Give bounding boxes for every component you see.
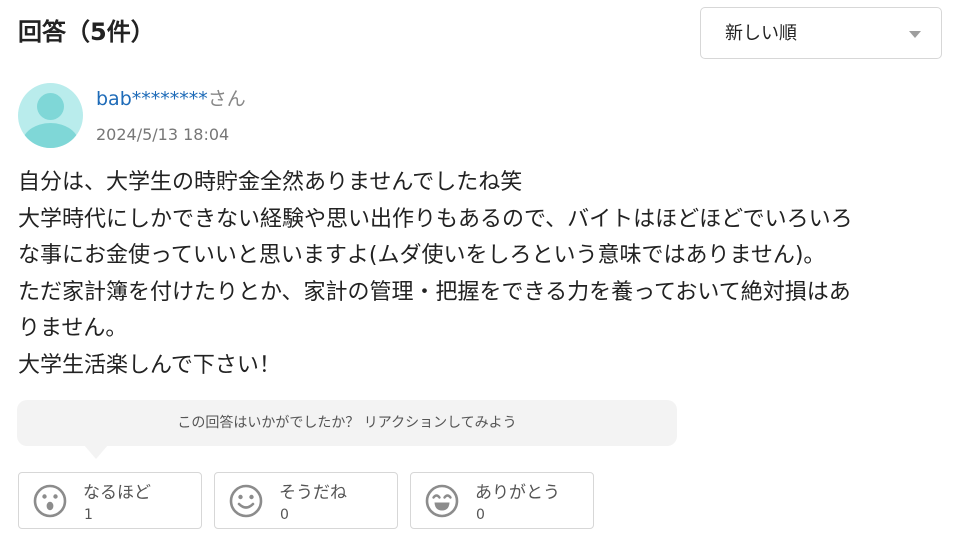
username-suffix: さん [207,88,246,110]
reaction-prompt-text: この回答はいかがでしたか？ リアクションしてみよう [177,415,517,431]
surprised-face-icon [33,484,67,518]
sort-order-value: 新しい順 [725,23,797,44]
answer-line: な事にお金使っていいと思いますよ(ムダ使いをしろという意味ではありません)。 [18,243,826,268]
reaction-label: なるほど [83,483,151,503]
reaction-button-naruhodo[interactable]: なるほど 1 [18,472,202,529]
prompt-bubble-tail [84,445,108,459]
reaction-button-arigatou[interactable]: ありがとう 0 [410,472,594,529]
sort-order-select[interactable]: 新しい順 [700,7,942,59]
avatar-body [22,123,79,148]
reaction-count: 0 [280,507,289,523]
answers-header: 回答（5件） 新しい順 [18,7,942,60]
reaction-label: ありがとう [475,483,560,503]
answer-line: 大学生活楽しんで下さい！ [18,352,281,378]
answer-timestamp: 2024/5/13 18:04 [96,125,230,144]
username-link[interactable]: bab******** [96,88,208,110]
avatar-head [37,93,64,120]
caret-down-icon [909,31,921,38]
page-title: 回答（5件） [18,18,155,46]
answer-author: bab********さん [96,86,246,112]
smile-face-icon [229,484,263,518]
user-avatar-icon[interactable] [18,83,83,148]
reaction-count: 0 [476,507,485,523]
reaction-prompt-bubble: この回答はいかがでしたか？ リアクションしてみよう [17,400,677,446]
reaction-button-soudane[interactable]: そうだね 0 [214,472,398,529]
reaction-label: そうだね [279,483,347,503]
answer-line: 大学時代にしかできない経験や思い出作りもあるので、バイトはほどほどでいろいろ [18,206,853,232]
grin-face-icon [425,484,459,518]
answer-line: 自分は、大学生の時貯金全然ありませんでしたね笑 [18,170,523,195]
answer-body: 自分は、大学生の時貯金全然ありませんでしたね笑 大学時代にしかできない経験や思い… [18,165,948,384]
answer-line: りません。 [18,316,128,341]
reaction-count: 1 [84,507,93,523]
answer-line: ただ家計簿を付けたりとか、家計の管理・把握をできる力を養っておいて絶対損はあ [18,279,851,305]
